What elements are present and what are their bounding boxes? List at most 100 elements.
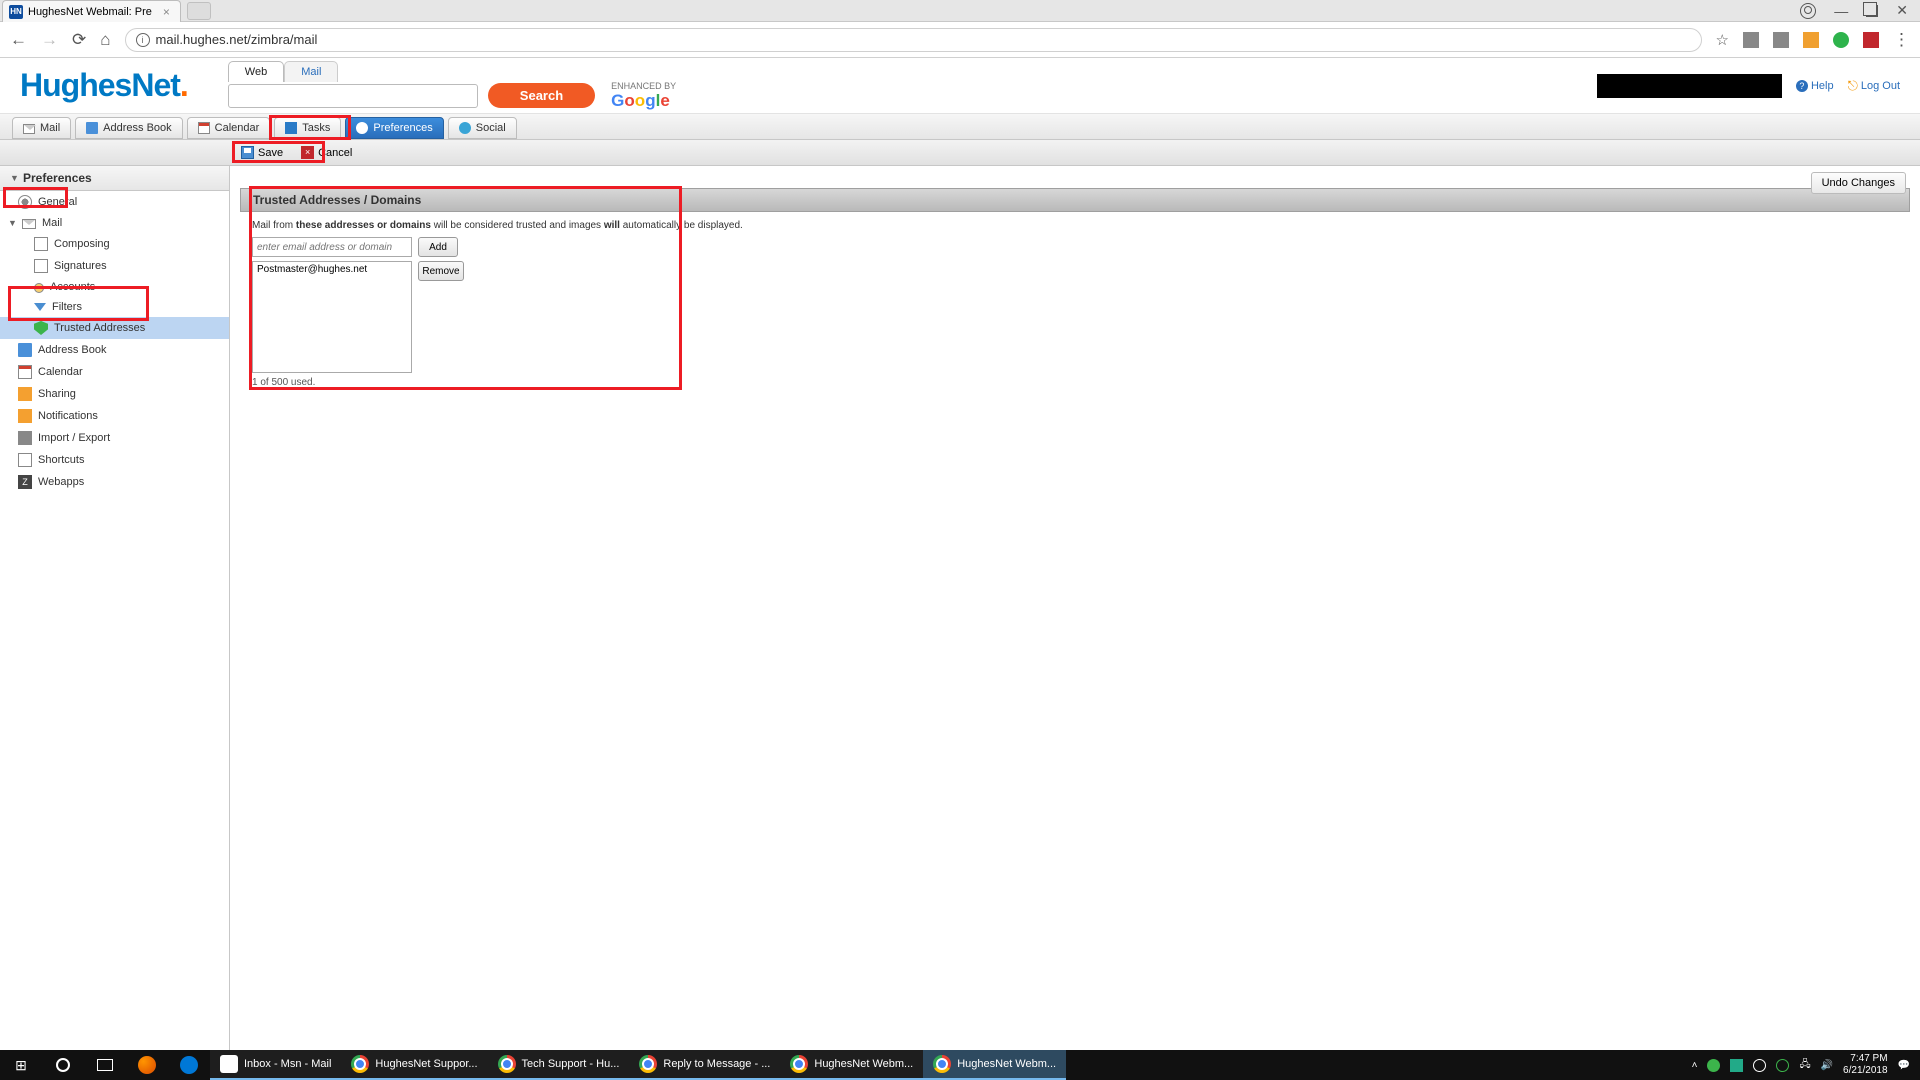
address-input[interactable] bbox=[252, 237, 412, 257]
ext-icon[interactable] bbox=[1863, 32, 1879, 48]
tray-icon[interactable] bbox=[1707, 1059, 1720, 1072]
site-info-icon[interactable]: i bbox=[136, 33, 150, 47]
gear-icon bbox=[18, 195, 32, 209]
app-tabbar: Mail Address Book Calendar Tasks Prefere… bbox=[0, 114, 1920, 140]
logo[interactable]: HughesNet. bbox=[20, 67, 188, 104]
undo-button[interactable]: Undo Changes bbox=[1811, 172, 1906, 194]
tray-icon[interactable] bbox=[1730, 1059, 1743, 1072]
system-tray[interactable]: ˄ 🖧 🔊 7:47 PM6/21/2018 💬 bbox=[1692, 1053, 1920, 1077]
close-window-icon[interactable]: ✕ bbox=[1896, 2, 1908, 19]
shield-icon bbox=[34, 321, 48, 335]
sidebar-header[interactable]: ▼Preferences bbox=[0, 166, 229, 191]
sidebar-item-composing[interactable]: Composing bbox=[0, 233, 229, 255]
restore-icon[interactable] bbox=[1866, 5, 1878, 17]
sidebar-item-addressbook[interactable]: Address Book bbox=[0, 339, 229, 361]
import-icon bbox=[18, 431, 32, 445]
address-bar[interactable]: i mail.hughes.net/zimbra/mail bbox=[125, 28, 1702, 52]
browser-tab[interactable]: HN HughesNet Webmail: Pre × bbox=[2, 0, 181, 22]
panel-title: Trusted Addresses / Domains bbox=[240, 188, 1910, 212]
ext-icon[interactable] bbox=[1773, 32, 1789, 48]
ext-icon[interactable] bbox=[1803, 32, 1819, 48]
profile-icon[interactable] bbox=[1800, 3, 1816, 19]
sidebar-item-trusted[interactable]: Trusted Addresses bbox=[0, 317, 229, 339]
sidebar-item-calendar[interactable]: Calendar bbox=[0, 361, 229, 383]
search-tab-web[interactable]: Web bbox=[228, 61, 284, 82]
add-button[interactable]: Add bbox=[418, 237, 458, 257]
taskbar-item[interactable]: HughesNet Webm... bbox=[780, 1050, 923, 1080]
taskbar-item[interactable]: HughesNet Webm... bbox=[923, 1050, 1066, 1080]
firefox-pin[interactable] bbox=[126, 1050, 168, 1080]
collapse-icon[interactable]: ▼ bbox=[10, 173, 18, 183]
help-link[interactable]: ?Help bbox=[1796, 80, 1834, 92]
search-button[interactable]: Search bbox=[488, 83, 595, 108]
taskbar-item[interactable]: Inbox - Msn - Mail bbox=[210, 1050, 341, 1080]
sidebar-item-signatures[interactable]: Signatures bbox=[0, 255, 229, 277]
taskbar-item[interactable]: HughesNet Suppor... bbox=[341, 1050, 487, 1080]
chrome-icon bbox=[351, 1055, 369, 1073]
taskbar-item[interactable]: Reply to Message - ... bbox=[629, 1050, 780, 1080]
start-button[interactable]: ⊞ bbox=[0, 1050, 42, 1080]
tab-addressbook[interactable]: Address Book bbox=[75, 117, 182, 139]
taskbar-item[interactable]: Tech Support - Hu... bbox=[488, 1050, 630, 1080]
search-tab-mail[interactable]: Mail bbox=[284, 61, 338, 82]
cancel-button[interactable]: ×Cancel bbox=[292, 142, 361, 163]
notifications-icon[interactable]: 💬 bbox=[1898, 1060, 1910, 1071]
clock[interactable]: 7:47 PM6/21/2018 bbox=[1843, 1053, 1888, 1077]
webapps-icon: Z bbox=[18, 475, 32, 489]
content-area: Undo Changes Trusted Addresses / Domains… bbox=[230, 166, 1920, 1080]
back-icon[interactable]: ← bbox=[10, 30, 27, 50]
windows-icon: ⊞ bbox=[15, 1057, 27, 1074]
keyboard-icon bbox=[18, 453, 32, 467]
tab-tasks[interactable]: Tasks bbox=[274, 117, 341, 139]
sidebar-item-webapps[interactable]: ZWebapps bbox=[0, 471, 229, 493]
tray-icon[interactable] bbox=[1753, 1059, 1766, 1072]
sidebar-item-accounts[interactable]: Accounts bbox=[0, 277, 229, 297]
taskview-button[interactable] bbox=[84, 1050, 126, 1080]
ext-icon[interactable] bbox=[1833, 32, 1849, 48]
sidebar-item-sharing[interactable]: Sharing bbox=[0, 383, 229, 405]
volume-icon[interactable]: 🔊 bbox=[1821, 1060, 1833, 1071]
person-icon bbox=[34, 283, 44, 293]
tray-icon[interactable] bbox=[1776, 1059, 1789, 1072]
tasks-icon bbox=[285, 122, 297, 134]
sidebar-item-mail[interactable]: ▼Mail bbox=[0, 213, 229, 233]
sidebar-item-general[interactable]: General bbox=[0, 191, 229, 213]
edge-pin[interactable] bbox=[168, 1050, 210, 1080]
tray-chevron-icon[interactable]: ˄ bbox=[1692, 1060, 1698, 1071]
home-icon[interactable]: ⌂ bbox=[100, 30, 110, 50]
sidebar-item-filters[interactable]: Filters bbox=[0, 297, 229, 317]
tab-title: HughesNet Webmail: Pre bbox=[28, 6, 152, 18]
reload-icon[interactable]: ⟳ bbox=[72, 30, 86, 50]
minimize-icon[interactable]: — bbox=[1834, 3, 1848, 19]
bookmark-icon[interactable]: ☆ bbox=[1716, 31, 1729, 49]
tab-mail[interactable]: Mail bbox=[12, 117, 71, 139]
calendar-icon bbox=[18, 365, 32, 379]
taskview-icon bbox=[97, 1059, 113, 1071]
ext-icon[interactable] bbox=[1743, 32, 1759, 48]
menu-icon[interactable]: ⋮ bbox=[1893, 30, 1910, 50]
save-button[interactable]: Save bbox=[232, 142, 292, 163]
mail-app-icon bbox=[220, 1055, 238, 1073]
trusted-panel: Trusted Addresses / Domains Mail from th… bbox=[240, 188, 1910, 396]
firefox-icon bbox=[138, 1056, 156, 1074]
bell-icon bbox=[18, 409, 32, 423]
logout-link[interactable]: ⎋Log Out bbox=[1848, 78, 1900, 94]
list-item[interactable]: Postmaster@hughes.net bbox=[257, 264, 407, 275]
address-list[interactable]: Postmaster@hughes.net bbox=[252, 261, 412, 373]
sidebar-item-shortcuts[interactable]: Shortcuts bbox=[0, 449, 229, 471]
sidebar-item-notifications[interactable]: Notifications bbox=[0, 405, 229, 427]
tab-calendar[interactable]: Calendar bbox=[187, 117, 271, 139]
close-tab-icon[interactable]: × bbox=[163, 5, 170, 19]
new-tab-button[interactable] bbox=[187, 2, 211, 20]
search-input[interactable] bbox=[228, 84, 478, 108]
forward-icon[interactable]: → bbox=[41, 30, 58, 50]
google-attribution: ENHANCED BY Google bbox=[611, 81, 676, 111]
tab-preferences[interactable]: Preferences bbox=[345, 117, 443, 139]
logout-icon: ⎋ bbox=[1848, 78, 1858, 94]
remove-button[interactable]: Remove bbox=[418, 261, 464, 281]
collapse-icon[interactable]: ▼ bbox=[8, 218, 16, 228]
cortana-button[interactable] bbox=[42, 1050, 84, 1080]
tab-social[interactable]: Social bbox=[448, 117, 517, 139]
network-icon[interactable]: 🖧 bbox=[1799, 1057, 1810, 1074]
sidebar-item-import[interactable]: Import / Export bbox=[0, 427, 229, 449]
